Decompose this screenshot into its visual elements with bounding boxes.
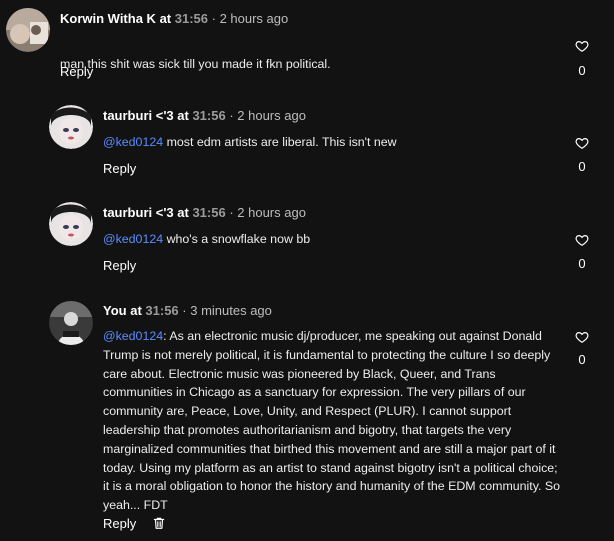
- like-count: 0: [578, 352, 586, 367]
- user-avatar[interactable]: [6, 8, 50, 52]
- heart-icon[interactable]: [575, 136, 589, 150]
- heart-icon[interactable]: [575, 39, 589, 53]
- comment-body: : As an electronic music dj/producer, me…: [103, 329, 561, 513]
- timestamp-link[interactable]: 31:56: [175, 11, 208, 26]
- user-avatar[interactable]: [49, 301, 93, 345]
- mention-link[interactable]: @ked0124: [103, 329, 163, 343]
- mention-link[interactable]: @ked0124: [103, 232, 163, 246]
- comment-text: @ked0124 most edm artists are liberal. T…: [103, 133, 563, 152]
- heart-icon[interactable]: [575, 330, 589, 344]
- author-name[interactable]: taurburi <'3: [103, 205, 174, 220]
- mention-link[interactable]: @ked0124: [103, 135, 163, 149]
- comment-header: taurburi <'3 at 31:56 · 2 hours ago: [103, 107, 306, 125]
- comment-body: most edm artists are liberal. This isn't…: [163, 135, 397, 149]
- trash-icon[interactable]: [152, 516, 166, 530]
- posted-time: · 2 hours ago: [229, 108, 306, 123]
- author-name[interactable]: You: [103, 303, 127, 318]
- comment-body: who's a snowflake now bb: [163, 232, 311, 246]
- comment-text: @ked0124: As an electronic music dj/prod…: [103, 327, 575, 515]
- like-count: 0: [578, 256, 586, 271]
- comment-header: Korwin Witha K at 31:56 · 2 hours ago: [60, 10, 288, 28]
- comment-header: taurburi <'3 at 31:56 · 2 hours ago: [103, 204, 306, 222]
- at-label: at: [177, 108, 189, 123]
- comment-text: man this shit was sick till you made it …: [60, 36, 560, 74]
- author-name[interactable]: taurburi <'3: [103, 108, 174, 123]
- at-label: at: [177, 205, 189, 220]
- like-count: 0: [578, 159, 586, 174]
- comment-body: man this shit was sick till you made it …: [60, 56, 331, 71]
- reply-button[interactable]: Reply: [103, 161, 136, 176]
- timestamp-link[interactable]: 31:56: [145, 303, 178, 318]
- at-label: at: [159, 11, 172, 26]
- timestamp-link[interactable]: 31:56: [192, 205, 225, 220]
- comment-text: @ked0124 who's a snowflake now bb: [103, 230, 563, 249]
- posted-time: · 3 minutes ago: [182, 303, 272, 318]
- like-count: 0: [578, 63, 586, 78]
- reply-button[interactable]: Reply: [103, 258, 136, 273]
- reply-button[interactable]: Reply: [103, 516, 136, 531]
- author-name[interactable]: Korwin Witha K: [60, 11, 156, 26]
- at-label: at: [130, 303, 142, 318]
- reply-button[interactable]: Reply: [60, 64, 93, 79]
- timestamp-link[interactable]: 31:56: [192, 108, 225, 123]
- heart-icon[interactable]: [575, 233, 589, 247]
- posted-time: · 2 hours ago: [211, 11, 289, 26]
- user-avatar[interactable]: [49, 202, 93, 246]
- user-avatar[interactable]: [49, 105, 93, 149]
- comment-header: You at 31:56 · 3 minutes ago: [103, 302, 272, 320]
- posted-time: · 2 hours ago: [229, 205, 306, 220]
